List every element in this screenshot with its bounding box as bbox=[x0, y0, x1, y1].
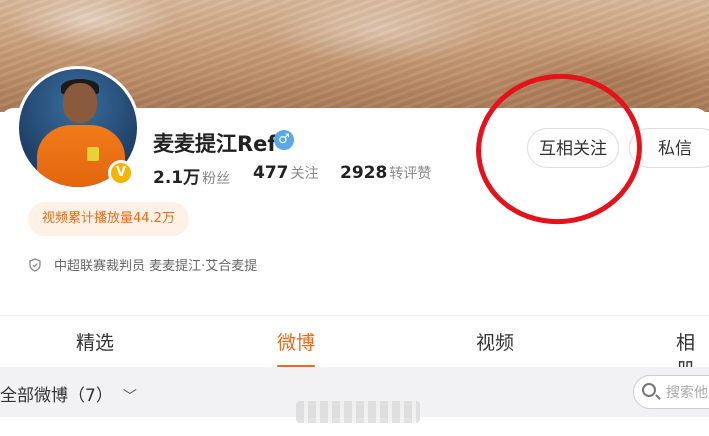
chevron-down-icon: ﹀ bbox=[122, 389, 137, 405]
profile-description: 中超联赛裁判员 麦麦提江·艾合麦提 bbox=[28, 255, 257, 274]
stat-following[interactable]: 477 关注 bbox=[253, 163, 319, 183]
profile-description-text: 中超联赛裁判员 麦麦提江·艾合麦提 bbox=[54, 259, 258, 274]
stat-interactions-label: 转评赞 bbox=[389, 166, 432, 182]
all-posts-dropdown[interactable]: 全部微博（7） ﹀ bbox=[0, 381, 137, 406]
stat-interactions-value: 2928 bbox=[340, 163, 388, 183]
search-input[interactable]: 搜索他 bbox=[633, 375, 709, 409]
blurred-content bbox=[296, 401, 420, 423]
avatar-patch bbox=[87, 147, 99, 161]
verified-badge-icon: V bbox=[108, 160, 134, 186]
video-views-tag: 视频累计播放量44.2万 bbox=[28, 202, 189, 236]
tab-featured[interactable]: 精选 bbox=[76, 328, 114, 355]
stat-following-value: 477 bbox=[253, 163, 289, 183]
all-posts-label: 全部微博（7） bbox=[0, 386, 113, 406]
stat-followers[interactable]: 2.1万 粉丝 bbox=[153, 163, 230, 188]
tab-weibo[interactable]: 微博 bbox=[277, 328, 315, 355]
male-icon: ♂ bbox=[274, 130, 294, 150]
profile-tabs: 精选 微博 视频 相册 bbox=[0, 315, 709, 381]
stat-followers-label: 粉丝 bbox=[202, 171, 231, 187]
avatar-head bbox=[63, 83, 97, 123]
stat-following-label: 关注 bbox=[290, 166, 319, 182]
stat-followers-value: 2.1万 bbox=[153, 168, 201, 188]
shield-icon bbox=[29, 258, 41, 272]
profile-name: 麦麦提江Ref bbox=[153, 132, 277, 156]
stat-interactions[interactable]: 2928 转评赞 bbox=[340, 163, 431, 183]
search-placeholder: 搜索他 bbox=[666, 385, 708, 401]
tab-videos[interactable]: 视频 bbox=[476, 328, 514, 355]
search-icon bbox=[642, 383, 656, 397]
